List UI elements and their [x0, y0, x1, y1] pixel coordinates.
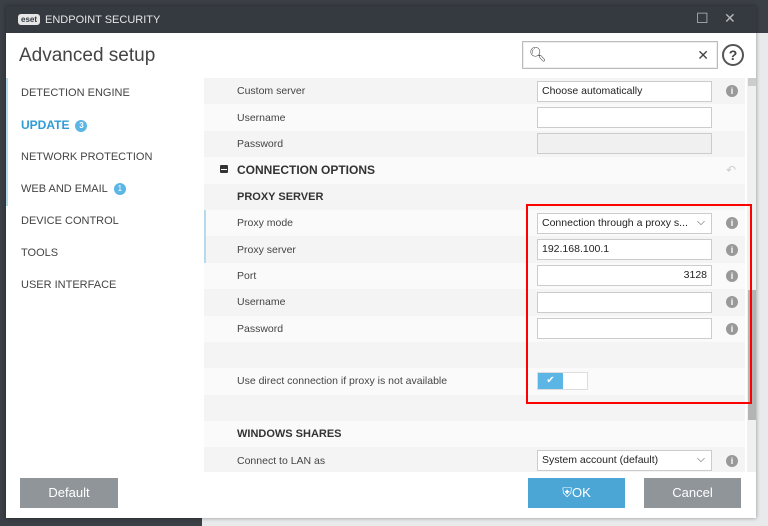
setting-label: Username — [237, 111, 286, 124]
setting-row-direct-connection: Use direct connection if proxy is not av… — [204, 368, 745, 395]
proxy-server-field[interactable]: 192.168.100.1 — [537, 239, 712, 261]
sidebar-item-label: NETWORK PROTECTION — [21, 151, 153, 163]
eset-logo: eset — [18, 14, 41, 25]
username-field[interactable] — [537, 107, 712, 129]
setting-label: Password — [237, 322, 284, 335]
setting-label: Password — [237, 137, 284, 150]
maximize-icon[interactable]: ☐ — [696, 10, 709, 27]
scrollbar[interactable] — [747, 78, 756, 472]
sidebar-item-label: TOOLS — [21, 247, 59, 259]
sidebar: DETECTION ENGINE UPDATE 3 NETWORK PROTECT… — [6, 78, 204, 302]
proxy-mode-select[interactable]: Connection through a proxy s... ⌵ — [537, 212, 712, 234]
setting-row-port: Port 3128 i — [204, 262, 745, 290]
page-title: Advanced setup — [19, 45, 156, 66]
chevron-down-icon: ⌵ — [697, 453, 705, 466]
search-input[interactable]: 🔍︎ ✕ — [522, 41, 718, 69]
info-icon[interactable]: i — [726, 85, 738, 98]
proxy-username-field[interactable] — [537, 291, 712, 313]
setting-row-custom-server: Custom server Choose automatically i — [204, 78, 745, 105]
info-icon[interactable]: i — [726, 454, 738, 467]
scrollbar-thumb[interactable] — [748, 290, 756, 420]
setting-row-proxy-mode: Proxy mode Connection through a proxy s..… — [204, 209, 745, 237]
settings-panel: Custom server Choose automatically i Usern… — [204, 78, 745, 472]
setting-label: Connect to LAN as — [237, 454, 326, 467]
subsection-title: WINDOWS SHARES — [237, 428, 342, 441]
cancel-button[interactable]: Cancel — [644, 478, 741, 508]
spacer-row — [204, 341, 745, 369]
sidebar-item-network-protection[interactable]: NETWORK PROTECTION — [6, 142, 204, 174]
default-button[interactable]: Default — [20, 478, 118, 508]
setting-row-password: Password — [204, 130, 745, 158]
chevron-down-icon: ⌵ — [697, 215, 705, 228]
sidebar-item-update[interactable]: UPDATE 3 — [6, 110, 204, 142]
info-icon[interactable]: i — [726, 269, 738, 282]
setting-row-proxy-username: Username i — [204, 289, 745, 316]
ok-label: OK — [571, 485, 591, 500]
sidebar-item-label: DEVICE CONTROL — [21, 215, 119, 227]
sidebar-item-label: WEB AND EMAIL — [21, 183, 108, 195]
setting-row-connect-lan: Connect to LAN as System account (default… — [204, 447, 745, 472]
close-icon[interactable]: ✕ — [724, 10, 736, 27]
setting-label: Username — [237, 296, 286, 309]
subsection-title: PROXY SERVER — [237, 190, 324, 203]
port-field[interactable]: 3128 — [537, 265, 712, 287]
setting-row-username: Username — [204, 104, 745, 131]
window-title: ENDPOINT SECURITY — [45, 13, 161, 26]
custom-server-field[interactable]: Choose automatically — [537, 80, 712, 102]
section-connection-options[interactable]: CONNECTION OPTIONS ↶ — [204, 157, 745, 184]
title-bar: eset ENDPOINT SECURITY ☐ ✕ — [6, 6, 756, 33]
setting-label: Custom server — [237, 85, 306, 98]
sidebar-item-tools[interactable]: TOOLS — [6, 238, 204, 270]
collapse-icon[interactable] — [220, 165, 228, 174]
setting-label: Port — [237, 269, 257, 282]
selected-value: System account (default) — [542, 454, 659, 467]
advanced-setup-window: eset ENDPOINT SECURITY ☐ ✕ Advanced setu… — [6, 6, 756, 518]
info-icon[interactable]: i — [726, 322, 738, 335]
notification-badge: 3 — [75, 120, 88, 132]
ok-button[interactable]: ⛨OK — [528, 478, 625, 508]
clear-search-icon[interactable]: ✕ — [697, 47, 709, 64]
sidebar-item-detection-engine[interactable]: DETECTION ENGINE — [6, 78, 204, 110]
info-icon[interactable]: i — [726, 296, 738, 309]
info-icon[interactable]: i — [726, 217, 738, 230]
sidebar-item-web-and-email[interactable]: WEB AND EMAIL 1 — [6, 174, 204, 206]
selected-value: Connection through a proxy s... — [542, 216, 688, 229]
connect-lan-select[interactable]: System account (default) ⌵ — [537, 450, 712, 472]
setting-label: Proxy mode — [237, 217, 294, 230]
setting-label: Use direct connection if proxy is not av… — [237, 375, 448, 388]
search-icon: 🔍︎ — [529, 46, 547, 62]
sidebar-item-user-interface[interactable]: USER INTERFACE — [6, 270, 204, 302]
spacer-row — [204, 394, 745, 422]
sidebar-item-label: UPDATE — [21, 118, 70, 132]
revert-icon[interactable]: ↶ — [726, 163, 736, 177]
setting-row-proxy-server: Proxy server 192.168.100.1 i — [204, 236, 745, 264]
info-icon[interactable]: i — [726, 243, 738, 256]
setting-row-proxy-password: Password i — [204, 315, 745, 342]
sidebar-item-device-control[interactable]: DEVICE CONTROL — [6, 206, 204, 238]
subsection-proxy-server: PROXY SERVER — [204, 183, 745, 210]
section-title: CONNECTION OPTIONS — [237, 163, 376, 178]
help-icon[interactable]: ? — [722, 44, 744, 66]
check-icon: ✔ — [538, 373, 563, 390]
sidebar-item-label: USER INTERFACE — [21, 279, 117, 291]
notification-badge: 1 — [113, 183, 126, 195]
proxy-password-field[interactable] — [537, 318, 712, 340]
direct-connection-toggle[interactable]: ✔ — [537, 372, 588, 391]
password-field — [537, 133, 712, 155]
setting-label: Proxy server — [237, 243, 296, 256]
subsection-windows-shares: WINDOWS SHARES — [204, 421, 745, 448]
shield-icon: ⛨ — [562, 485, 572, 500]
scroll-up[interactable] — [748, 78, 756, 86]
sidebar-item-label: DETECTION ENGINE — [21, 87, 130, 99]
